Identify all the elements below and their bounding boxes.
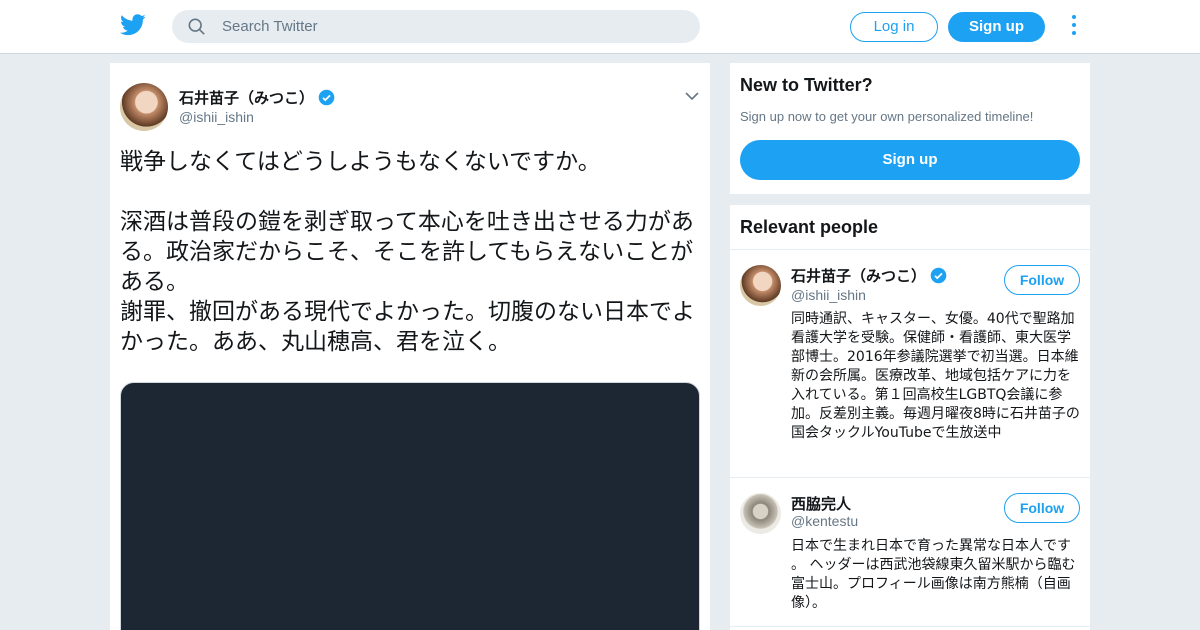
search-input[interactable]: Search Twitter bbox=[172, 10, 700, 43]
follow-button[interactable]: Follow bbox=[1004, 265, 1080, 295]
signup-large-button[interactable]: Sign up bbox=[740, 140, 1080, 180]
verified-badge-icon bbox=[318, 89, 335, 106]
person-bio: 同時通訳、キャスター、女優。40代で聖路加看護大学を受験。保健師・看護師、東大医… bbox=[791, 311, 1080, 441]
module-title: Relevant people bbox=[740, 217, 879, 237]
twitter-bird-icon[interactable] bbox=[120, 13, 146, 37]
person-name[interactable]: 西脇完人 bbox=[791, 493, 851, 514]
person-name-text: 石井苗子（みつこ） bbox=[791, 267, 927, 285]
tweet-author-name-text: 石井苗子（みつこ） bbox=[179, 89, 315, 107]
chevron-down-icon[interactable] bbox=[685, 91, 699, 101]
tweet-card: 石井苗子（みつこ） @ishii_ishin 戦争しなくてはどうしようもなくない… bbox=[110, 63, 710, 630]
follow-button[interactable]: Follow bbox=[1004, 493, 1080, 523]
avatar[interactable] bbox=[740, 265, 781, 306]
person-name-text: 西脇完人 bbox=[791, 495, 852, 513]
avatar[interactable] bbox=[740, 493, 781, 534]
search-placeholder: Search Twitter bbox=[222, 18, 318, 35]
person-handle[interactable]: @kentestu bbox=[791, 513, 858, 529]
verified-badge-icon bbox=[930, 267, 947, 284]
module-title: New to Twitter? bbox=[740, 75, 873, 95]
divider bbox=[730, 477, 1090, 478]
vertical-dots-icon[interactable] bbox=[1068, 15, 1080, 39]
login-button[interactable]: Log in bbox=[850, 12, 938, 42]
relevant-people-module: Relevant people 石井苗子（みつこ） @ishii_ishin F… bbox=[730, 205, 1090, 630]
person-name[interactable]: 石井苗子（みつこ） bbox=[791, 265, 947, 286]
divider bbox=[730, 626, 1090, 627]
tweet-author-name[interactable]: 石井苗子（みつこ） bbox=[179, 87, 335, 108]
tweet-author-handle[interactable]: @ishii_ishin bbox=[179, 109, 254, 125]
avatar[interactable] bbox=[120, 83, 168, 131]
search-icon bbox=[188, 18, 205, 35]
person-handle[interactable]: @ishii_ishin bbox=[791, 287, 866, 303]
top-navigation-bar: Search Twitter Log in Sign up bbox=[0, 0, 1200, 54]
module-subtitle: Sign up now to get your own personalized… bbox=[740, 109, 1034, 124]
signup-button[interactable]: Sign up bbox=[948, 12, 1045, 42]
divider bbox=[730, 249, 1090, 250]
tweet-text: 戦争しなくてはどうしようもなくないですか。 深酒は普段の鎧を剥ぎ取って本心を吐き… bbox=[120, 149, 695, 355]
tweet-media[interactable] bbox=[120, 382, 700, 630]
person-bio: 日本で生まれ日本で育った異常な日本人です 。 ヘッダーは西武池袋線東久留米駅から… bbox=[791, 538, 1076, 611]
new-to-twitter-module: New to Twitter? Sign up now to get your … bbox=[730, 63, 1090, 194]
